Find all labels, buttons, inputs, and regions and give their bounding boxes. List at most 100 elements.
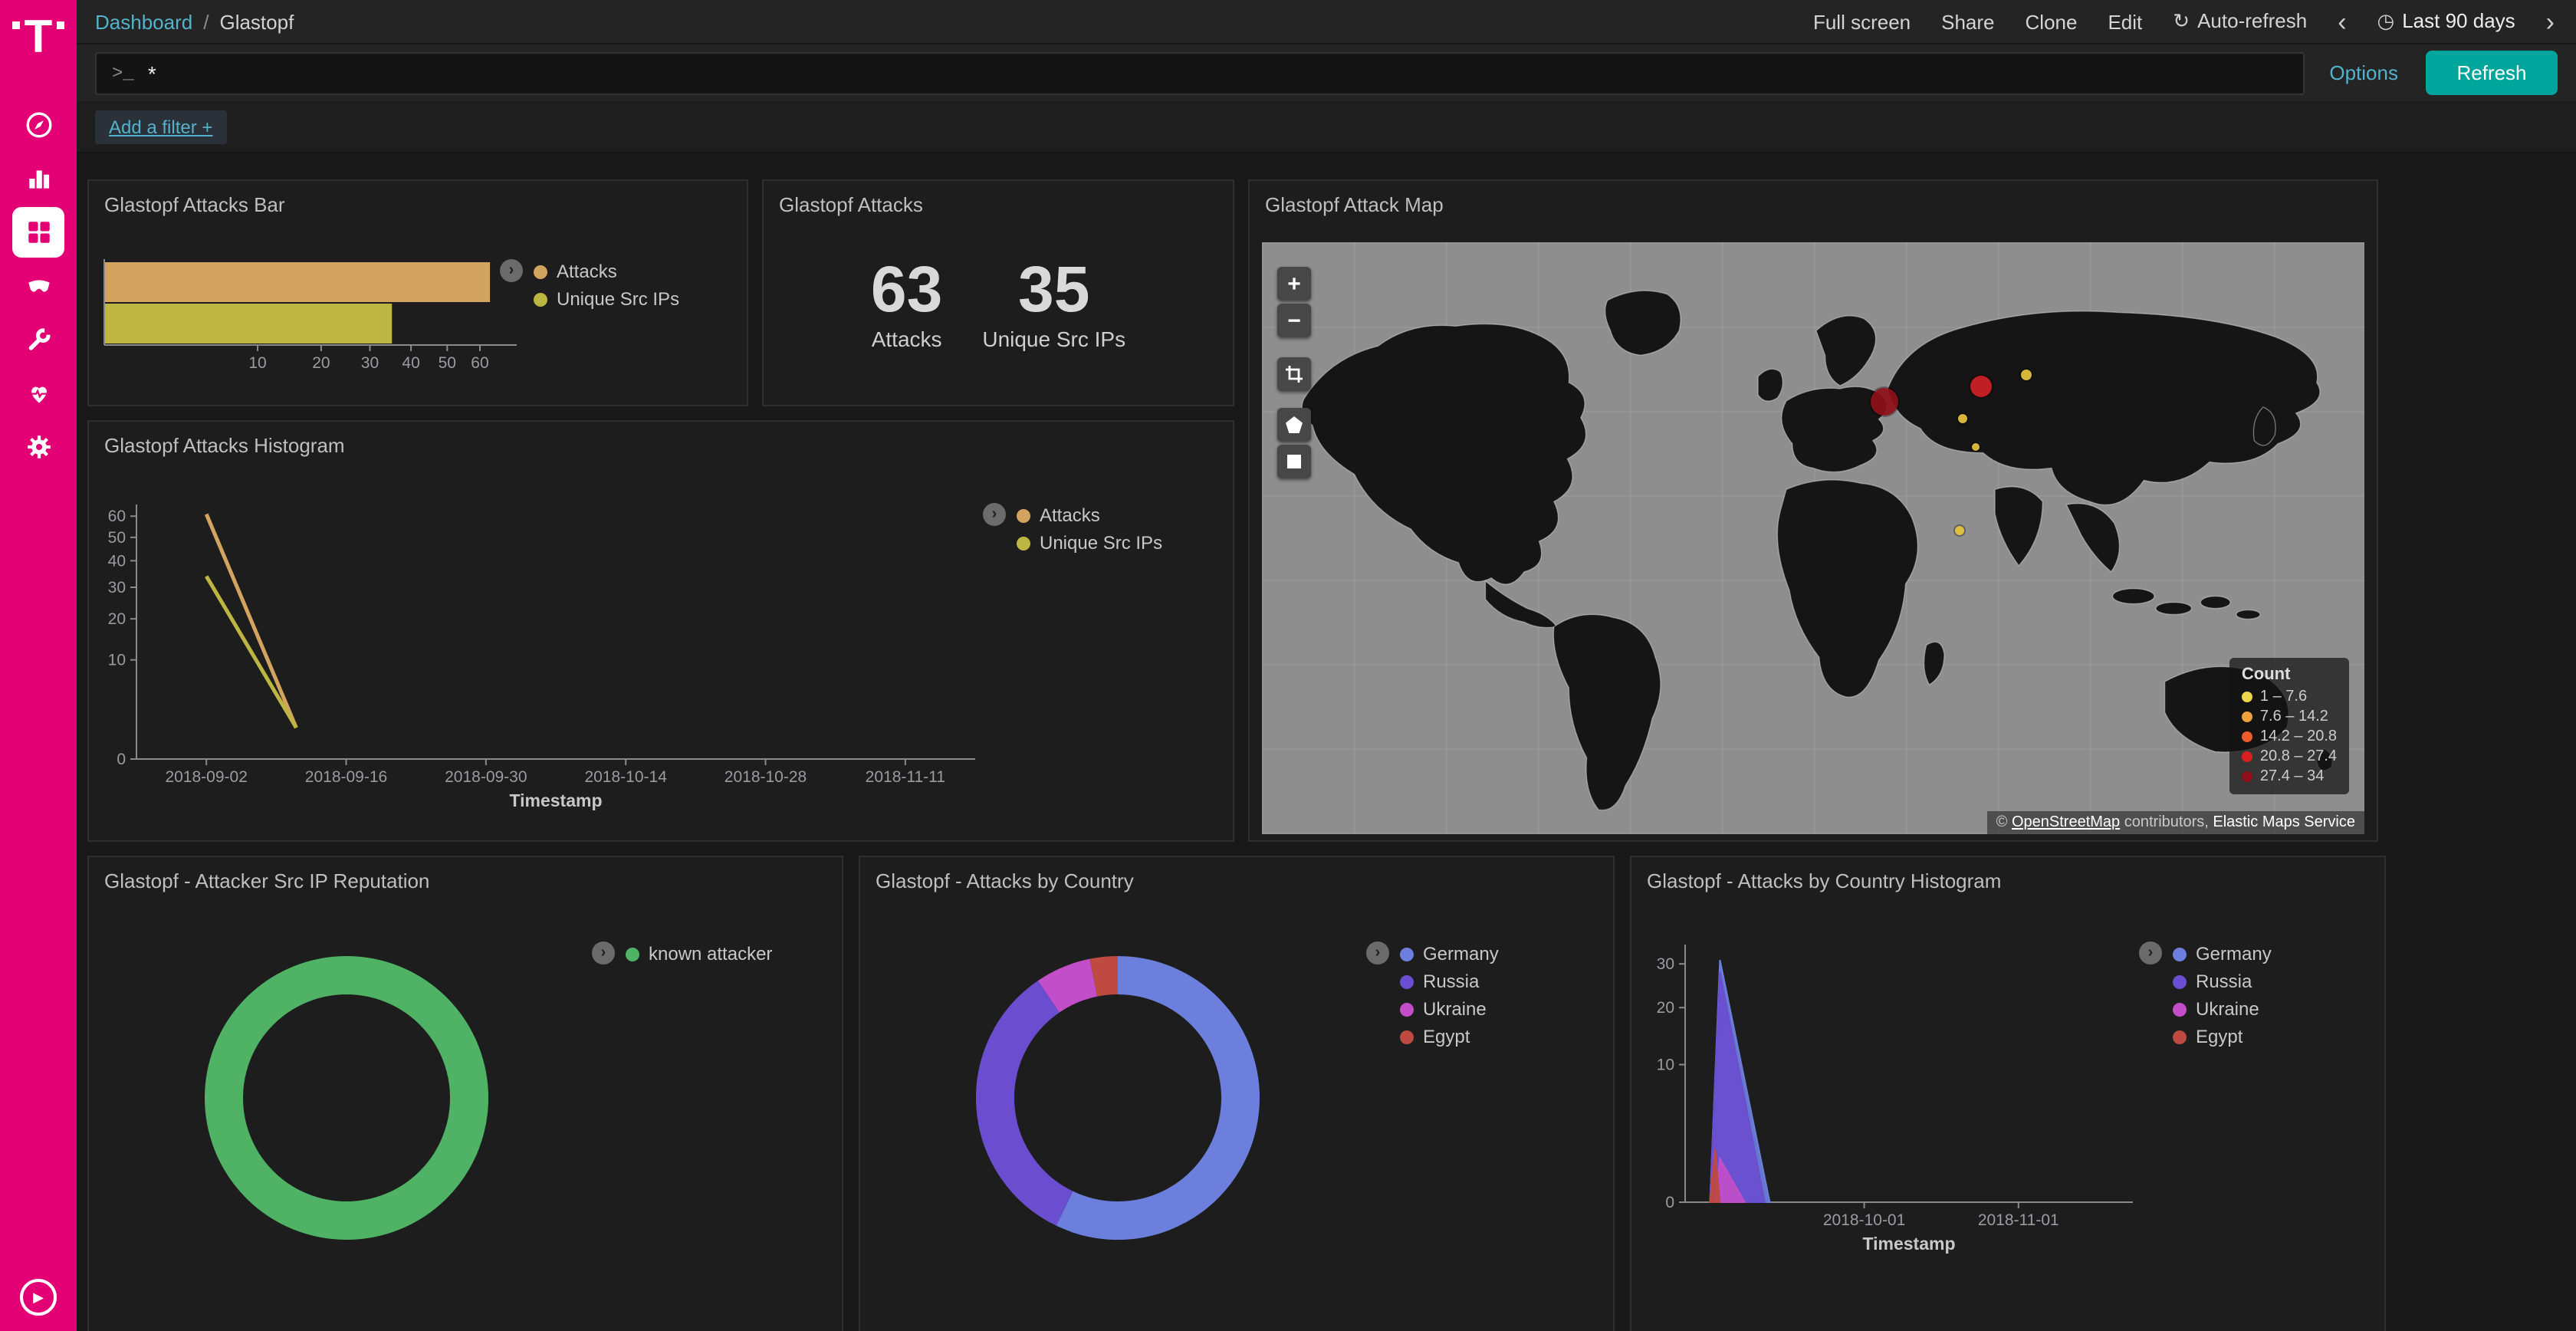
kibana-dashboard: T ▶ Da: [0, 0, 2576, 1331]
legend-toggle-icon[interactable]: ›: [592, 942, 615, 965]
panel-title: Glastopf - Attacks by Country: [860, 857, 1613, 899]
legend-item[interactable]: Attacks: [1017, 501, 1162, 529]
sidebar-item-timelion[interactable]: [12, 259, 64, 313]
legend-label: Attacks: [1040, 504, 1100, 526]
attack-location-marker[interactable]: [1959, 414, 1968, 423]
breadcrumb-current: Glastopf: [219, 10, 294, 33]
legend-toggle-icon[interactable]: ›: [2139, 942, 2162, 965]
legend-item[interactable]: Egypt: [1400, 1023, 1499, 1050]
country-area-chart[interactable]: 01020302018-10-012018-11-01Timestamp: [1650, 922, 2156, 1251]
svg-text:20: 20: [312, 354, 330, 372]
legend-item[interactable]: Russia: [2173, 968, 2272, 995]
polygon-icon: [1285, 416, 1303, 434]
draw-rectangle-button[interactable]: [1277, 445, 1311, 478]
legend-item[interactable]: Germany: [2173, 940, 2272, 968]
heart-pulse-icon: [24, 379, 53, 408]
sidebar-item-management[interactable]: [12, 420, 64, 474]
attacks-histogram-chart[interactable]: 01020304050602018-09-022018-09-162018-09…: [104, 492, 1024, 817]
attack-location-marker[interactable]: [1955, 526, 1964, 535]
crop-tool-button[interactable]: [1277, 357, 1311, 391]
panel-attacks-by-country-histogram: Glastopf - Attacks by Country Histogram …: [1630, 856, 2386, 1331]
openstreetmap-link[interactable]: OpenStreetMap: [2012, 814, 2120, 831]
svg-text:50: 50: [108, 529, 126, 547]
fullscreen-button[interactable]: Full screen: [1813, 10, 1911, 33]
clone-button[interactable]: Clone: [2026, 10, 2078, 33]
svg-text:0: 0: [1665, 1194, 1674, 1211]
add-filter-link[interactable]: Add a filter +: [95, 110, 226, 143]
legend-item[interactable]: Germany: [1400, 940, 1499, 968]
map-legend-label: 14.2 – 20.8: [2260, 728, 2337, 745]
attack-location-marker[interactable]: [1973, 442, 1980, 450]
legend-toggle-icon[interactable]: ›: [500, 259, 523, 282]
legend-color-dot: [534, 265, 547, 278]
attack-location-marker[interactable]: [1871, 388, 1898, 416]
search-input[interactable]: >_ *: [95, 51, 2305, 94]
refresh-cycle-icon: ↻: [2173, 9, 2190, 32]
sidebar-item-monitoring[interactable]: [12, 366, 64, 420]
map-legend-color-dot: [2242, 731, 2252, 742]
legend-items: Attacks Unique Src IPs: [1017, 501, 1162, 557]
attribution-suffix: contributors,: [2120, 814, 2213, 831]
legend-label: known attacker: [649, 943, 772, 965]
reputation-donut-chart[interactable]: [201, 952, 492, 1244]
map-legend-color-dot: [2242, 751, 2252, 762]
sidebar-item-devtools[interactable]: [12, 313, 64, 366]
svg-text:2018-09-16: 2018-09-16: [305, 768, 387, 786]
time-forward-chevron[interactable]: ›: [2546, 8, 2555, 35]
sidebar-item-dashboard[interactable]: [12, 207, 64, 258]
svg-text:2018-09-02: 2018-09-02: [165, 768, 247, 786]
edit-button[interactable]: Edit: [2108, 10, 2142, 33]
svg-text:2018-10-14: 2018-10-14: [584, 768, 667, 786]
metric-attacks: 63 Attacks: [871, 256, 942, 351]
panel-attacks-bar: Glastopf Attacks Bar 102030405060 › Atta…: [87, 179, 748, 406]
share-button[interactable]: Share: [1941, 10, 1994, 33]
time-back-chevron[interactable]: ‹: [2338, 8, 2346, 35]
legend-items: GermanyRussiaUkraineEgypt: [1400, 940, 1499, 1050]
legend-item[interactable]: Russia: [1400, 968, 1499, 995]
options-link[interactable]: Options: [2329, 61, 2398, 84]
svg-text:2018-10-28: 2018-10-28: [724, 768, 807, 786]
attack-location-marker[interactable]: [2022, 370, 2032, 380]
legend-items: GermanyRussiaUkraineEgypt: [2173, 940, 2272, 1050]
panel-title: Glastopf Attacks: [764, 181, 1233, 222]
svg-text:10: 10: [248, 354, 266, 372]
attack-location-marker[interactable]: [1970, 376, 1992, 397]
sidebar-item-visualize[interactable]: [12, 152, 64, 205]
legend-label: Unique Src IPs: [557, 288, 679, 310]
legend-item[interactable]: Egypt: [2173, 1023, 2272, 1050]
time-range-picker[interactable]: ◷Last 90 days: [2377, 9, 2515, 34]
legend: › Attacks Unique Src IPs: [500, 258, 679, 313]
map-legend-label: 20.8 – 27.4: [2260, 748, 2337, 765]
metric-group: 63 Attacks 35 Unique Src IPs: [764, 256, 1233, 351]
legend-toggle-icon[interactable]: ›: [983, 503, 1006, 526]
zoom-out-button[interactable]: −: [1277, 304, 1311, 337]
zoom-in-button[interactable]: +: [1277, 267, 1311, 301]
gear-icon: [24, 432, 53, 462]
bar-chart-icon: [24, 164, 53, 193]
svg-text:2018-09-30: 2018-09-30: [445, 768, 527, 786]
map-legend-items: 1 – 7.67.6 – 14.214.2 – 20.820.8 – 27.42…: [2242, 687, 2337, 787]
breadcrumb-dashboard-link[interactable]: Dashboard: [95, 10, 192, 33]
legend-toggle-icon[interactable]: ›: [1366, 942, 1389, 965]
map-count-legend: Count 1 – 7.67.6 – 14.214.2 – 20.820.8 –…: [2229, 658, 2349, 794]
sidebar-collapse-toggle[interactable]: ▶: [20, 1279, 57, 1316]
telekom-logo[interactable]: T: [12, 15, 65, 74]
metric-value: 63: [871, 256, 942, 324]
legend-item[interactable]: Unique Src IPs: [1017, 529, 1162, 557]
app-sidebar: T ▶: [0, 0, 77, 1331]
svg-text:40: 40: [108, 552, 126, 570]
country-donut-chart[interactable]: [972, 952, 1263, 1244]
legend-item[interactable]: Attacks: [534, 258, 679, 285]
legend-item[interactable]: Ukraine: [2173, 995, 2272, 1023]
auto-refresh-button[interactable]: ↻Auto-refresh: [2173, 9, 2307, 34]
legend-item[interactable]: Unique Src IPs: [534, 285, 679, 313]
refresh-button[interactable]: Refresh: [2426, 51, 2558, 95]
svg-text:60: 60: [471, 354, 488, 372]
legend-item[interactable]: known attacker: [626, 940, 772, 968]
legend-item[interactable]: Ukraine: [1400, 995, 1499, 1023]
draw-polygon-button[interactable]: [1277, 408, 1311, 442]
attack-map[interactable]: + − Count 1 – 7.67.6 – 14.214.2 – 20.820…: [1262, 242, 2364, 834]
sidebar-item-discover[interactable]: [12, 98, 64, 152]
attacks-bar-chart[interactable]: 102030405060: [101, 250, 531, 409]
play-icon: ▶: [33, 1289, 44, 1306]
